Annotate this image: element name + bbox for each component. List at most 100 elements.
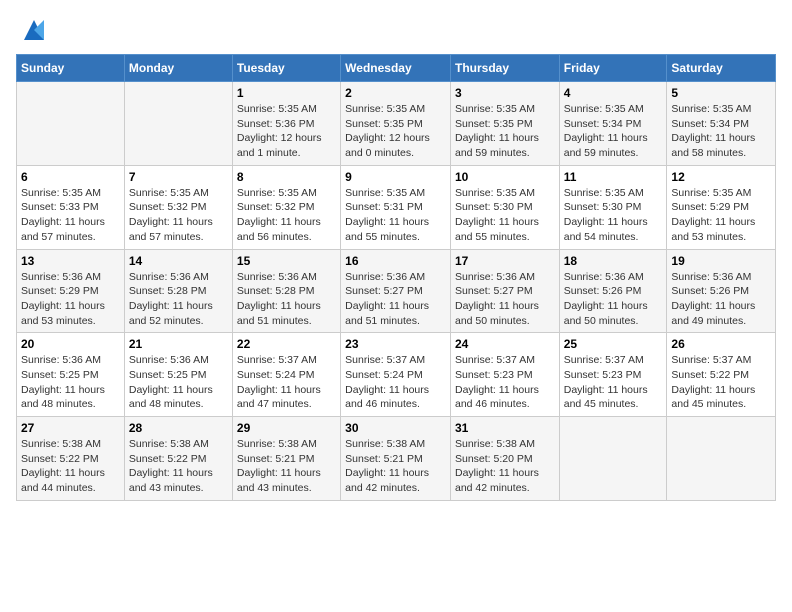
cell-info: Sunrise: 5:36 AMSunset: 5:29 PMDaylight:… <box>21 270 120 329</box>
logo <box>16 16 48 44</box>
calendar-week-row: 6 Sunrise: 5:35 AMSunset: 5:33 PMDaylight… <box>17 165 776 249</box>
cell-info: Sunrise: 5:35 AMSunset: 5:35 PMDaylight:… <box>455 102 555 161</box>
cell-info: Sunrise: 5:35 AMSunset: 5:31 PMDaylight:… <box>345 186 446 245</box>
cell-info: Sunrise: 5:36 AMSunset: 5:27 PMDaylight:… <box>345 270 446 329</box>
calendar-cell: 12 Sunrise: 5:35 AMSunset: 5:29 PMDayligh… <box>667 165 776 249</box>
calendar-cell: 18 Sunrise: 5:36 AMSunset: 5:26 PMDayligh… <box>559 249 667 333</box>
cell-day-number: 4 <box>564 86 663 100</box>
cell-day-number: 19 <box>671 254 771 268</box>
cell-day-number: 10 <box>455 170 555 184</box>
calendar-cell: 25 Sunrise: 5:37 AMSunset: 5:23 PMDayligh… <box>559 333 667 417</box>
cell-day-number: 20 <box>21 337 120 351</box>
calendar-cell: 1 Sunrise: 5:35 AMSunset: 5:36 PMDaylight… <box>232 82 340 166</box>
day-header: Tuesday <box>232 55 340 82</box>
logo-icon <box>20 16 48 44</box>
cell-info: Sunrise: 5:37 AMSunset: 5:22 PMDaylight:… <box>671 353 771 412</box>
calendar-cell: 22 Sunrise: 5:37 AMSunset: 5:24 PMDayligh… <box>232 333 340 417</box>
day-header: Friday <box>559 55 667 82</box>
calendar-cell: 20 Sunrise: 5:36 AMSunset: 5:25 PMDayligh… <box>17 333 125 417</box>
cell-day-number: 17 <box>455 254 555 268</box>
cell-info: Sunrise: 5:38 AMSunset: 5:21 PMDaylight:… <box>345 437 446 496</box>
calendar-cell: 3 Sunrise: 5:35 AMSunset: 5:35 PMDaylight… <box>450 82 559 166</box>
calendar-cell: 23Sunrise: 5:37 AMSunset: 5:24 PMDayligh… <box>341 333 451 417</box>
cell-day-number: 6 <box>21 170 120 184</box>
cell-day-number: 18 <box>564 254 663 268</box>
calendar-cell: 5 Sunrise: 5:35 AMSunset: 5:34 PMDaylight… <box>667 82 776 166</box>
cell-day-number: 15 <box>237 254 336 268</box>
cell-day-number: 5 <box>671 86 771 100</box>
cell-info: Sunrise: 5:36 AMSunset: 5:26 PMDaylight:… <box>564 270 663 329</box>
cell-day-number: 22 <box>237 337 336 351</box>
calendar-cell: 21 Sunrise: 5:36 AMSunset: 5:25 PMDayligh… <box>124 333 232 417</box>
calendar-cell <box>17 82 125 166</box>
cell-day-number: 29 <box>237 421 336 435</box>
cell-day-number: 21 <box>129 337 228 351</box>
cell-day-number: 8 <box>237 170 336 184</box>
cell-info: Sunrise: 5:36 AMSunset: 5:26 PMDaylight:… <box>671 270 771 329</box>
calendar-cell <box>667 417 776 501</box>
calendar-week-row: 20 Sunrise: 5:36 AMSunset: 5:25 PMDayligh… <box>17 333 776 417</box>
cell-info: Sunrise: 5:35 AMSunset: 5:33 PMDaylight:… <box>21 186 120 245</box>
cell-info: Sunrise: 5:37 AMSunset: 5:24 PMDaylight:… <box>237 353 336 412</box>
cell-info: Sunrise: 5:36 AMSunset: 5:25 PMDaylight:… <box>21 353 120 412</box>
cell-day-number: 27 <box>21 421 120 435</box>
cell-info: Sunrise: 5:35 AMSunset: 5:30 PMDaylight:… <box>455 186 555 245</box>
day-header: Sunday <box>17 55 125 82</box>
cell-day-number: 28 <box>129 421 228 435</box>
calendar-cell: 29 Sunrise: 5:38 AMSunset: 5:21 PMDayligh… <box>232 417 340 501</box>
calendar-cell: 8 Sunrise: 5:35 AMSunset: 5:32 PMDaylight… <box>232 165 340 249</box>
cell-info: Sunrise: 5:36 AMSunset: 5:25 PMDaylight:… <box>129 353 228 412</box>
calendar-cell: 16 Sunrise: 5:36 AMSunset: 5:27 PMDayligh… <box>341 249 451 333</box>
cell-info: Sunrise: 5:38 AMSunset: 5:21 PMDaylight:… <box>237 437 336 496</box>
cell-info: Sunrise: 5:35 AMSunset: 5:30 PMDaylight:… <box>564 186 663 245</box>
cell-info: Sunrise: 5:35 AMSunset: 5:29 PMDaylight:… <box>671 186 771 245</box>
cell-day-number: 14 <box>129 254 228 268</box>
cell-day-number: 11 <box>564 170 663 184</box>
calendar-cell: 14Sunrise: 5:36 AMSunset: 5:28 PMDayligh… <box>124 249 232 333</box>
calendar-week-row: 1 Sunrise: 5:35 AMSunset: 5:36 PMDaylight… <box>17 82 776 166</box>
calendar-cell: 9 Sunrise: 5:35 AMSunset: 5:31 PMDaylight… <box>341 165 451 249</box>
calendar-cell: 26Sunrise: 5:37 AMSunset: 5:22 PMDayligh… <box>667 333 776 417</box>
cell-day-number: 3 <box>455 86 555 100</box>
cell-info: Sunrise: 5:38 AMSunset: 5:22 PMDaylight:… <box>21 437 120 496</box>
day-header: Monday <box>124 55 232 82</box>
day-header: Saturday <box>667 55 776 82</box>
calendar-cell: 6 Sunrise: 5:35 AMSunset: 5:33 PMDaylight… <box>17 165 125 249</box>
calendar-cell: 19 Sunrise: 5:36 AMSunset: 5:26 PMDayligh… <box>667 249 776 333</box>
cell-info: Sunrise: 5:37 AMSunset: 5:24 PMDaylight:… <box>345 353 446 412</box>
cell-day-number: 30 <box>345 421 446 435</box>
cell-day-number: 1 <box>237 86 336 100</box>
cell-day-number: 7 <box>129 170 228 184</box>
calendar-cell: 27 Sunrise: 5:38 AMSunset: 5:22 PMDayligh… <box>17 417 125 501</box>
cell-day-number: 2 <box>345 86 446 100</box>
calendar-cell: 7 Sunrise: 5:35 AMSunset: 5:32 PMDaylight… <box>124 165 232 249</box>
cell-info: Sunrise: 5:36 AMSunset: 5:28 PMDaylight:… <box>237 270 336 329</box>
cell-day-number: 9 <box>345 170 446 184</box>
cell-day-number: 16 <box>345 254 446 268</box>
cell-info: Sunrise: 5:35 AMSunset: 5:32 PMDaylight:… <box>129 186 228 245</box>
cell-day-number: 24 <box>455 337 555 351</box>
page-header <box>16 16 776 44</box>
cell-info: Sunrise: 5:35 AMSunset: 5:32 PMDaylight:… <box>237 186 336 245</box>
calendar-cell <box>124 82 232 166</box>
calendar-cell: 30 Sunrise: 5:38 AMSunset: 5:21 PMDayligh… <box>341 417 451 501</box>
cell-info: Sunrise: 5:35 AMSunset: 5:34 PMDaylight:… <box>564 102 663 161</box>
cell-info: Sunrise: 5:37 AMSunset: 5:23 PMDaylight:… <box>564 353 663 412</box>
day-header: Wednesday <box>341 55 451 82</box>
cell-day-number: 31 <box>455 421 555 435</box>
calendar-cell: 11 Sunrise: 5:35 AMSunset: 5:30 PMDayligh… <box>559 165 667 249</box>
cell-info: Sunrise: 5:35 AMSunset: 5:36 PMDaylight:… <box>237 102 336 161</box>
calendar-cell: 24Sunrise: 5:37 AMSunset: 5:23 PMDayligh… <box>450 333 559 417</box>
cell-day-number: 12 <box>671 170 771 184</box>
cell-info: Sunrise: 5:38 AMSunset: 5:22 PMDaylight:… <box>129 437 228 496</box>
calendar-cell: 2Sunrise: 5:35 AMSunset: 5:35 PMDaylight… <box>341 82 451 166</box>
calendar-cell: 17Sunrise: 5:36 AMSunset: 5:27 PMDayligh… <box>450 249 559 333</box>
calendar-week-row: 27 Sunrise: 5:38 AMSunset: 5:22 PMDayligh… <box>17 417 776 501</box>
calendar-week-row: 13Sunrise: 5:36 AMSunset: 5:29 PMDayligh… <box>17 249 776 333</box>
cell-info: Sunrise: 5:35 AMSunset: 5:34 PMDaylight:… <box>671 102 771 161</box>
day-header: Thursday <box>450 55 559 82</box>
calendar-cell <box>559 417 667 501</box>
cell-info: Sunrise: 5:38 AMSunset: 5:20 PMDaylight:… <box>455 437 555 496</box>
cell-day-number: 25 <box>564 337 663 351</box>
calendar-cell: 31 Sunrise: 5:38 AMSunset: 5:20 PMDayligh… <box>450 417 559 501</box>
